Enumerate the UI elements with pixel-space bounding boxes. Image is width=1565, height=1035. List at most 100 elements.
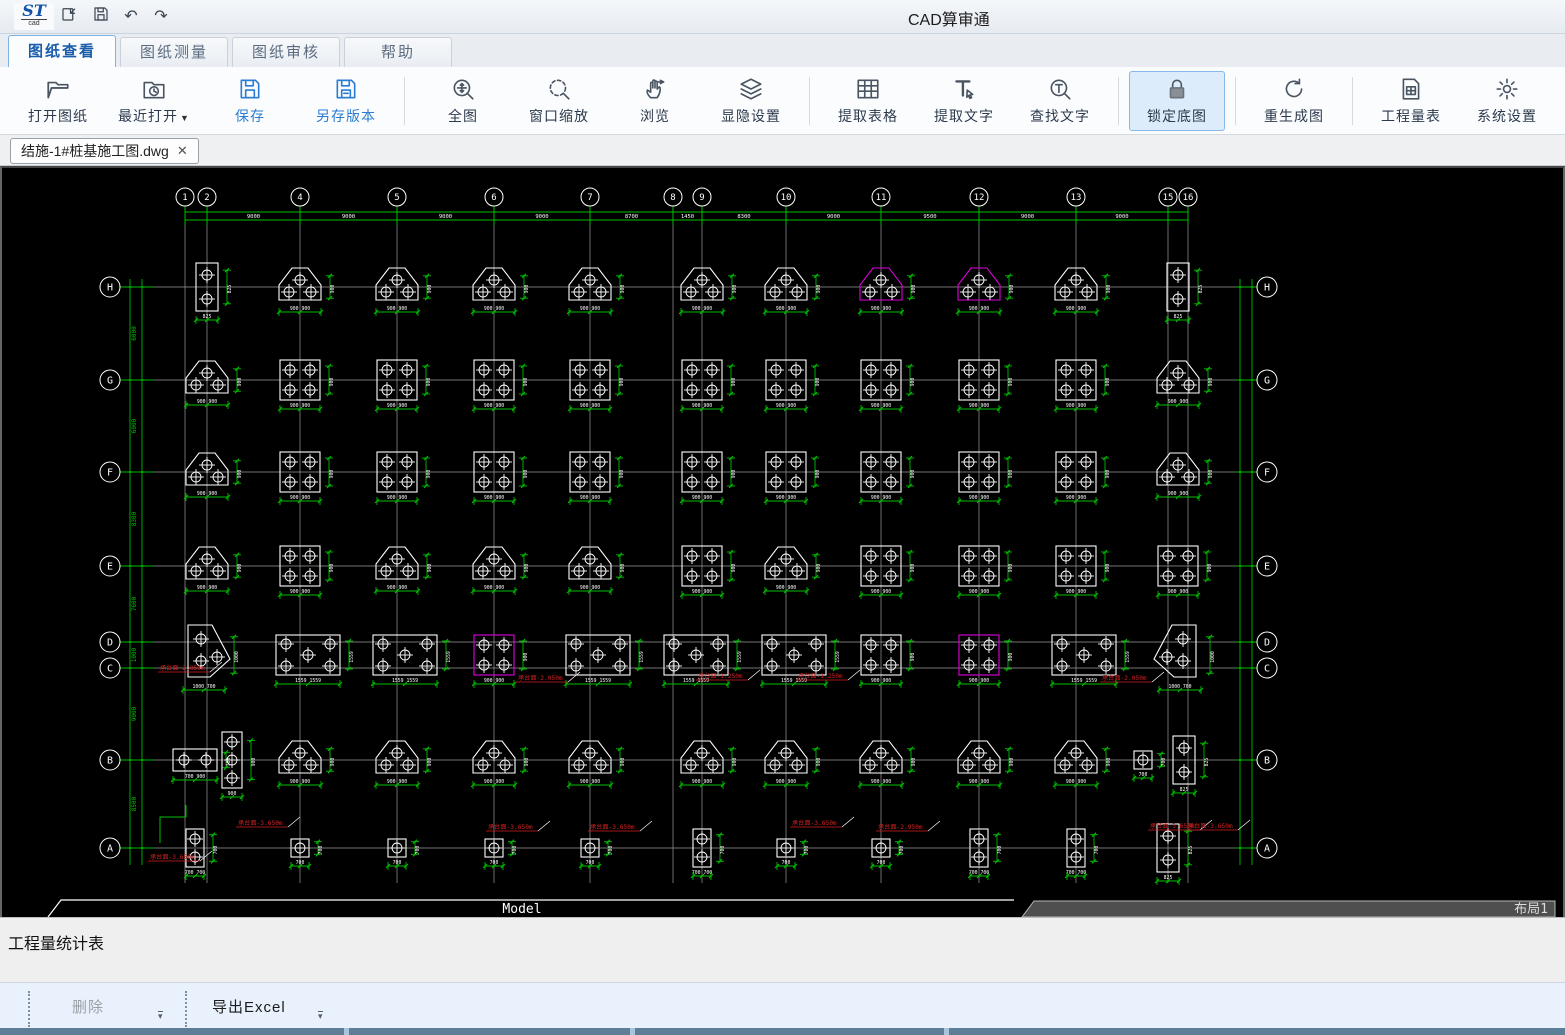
svg-text:承台面-2.950m: 承台面-2.950m xyxy=(878,823,923,831)
svg-text:700: 700 xyxy=(804,846,810,855)
quantity-panel-toolbar: 删除 ▾ 导出Excel ▾ xyxy=(0,982,1565,1035)
model-tab[interactable]: Model xyxy=(48,900,1014,917)
delete-dropdown-arrow[interactable]: ▾ xyxy=(158,1011,163,1020)
svg-text:900 900: 900 900 xyxy=(871,403,891,409)
folder-open-button[interactable]: 打开图纸 xyxy=(10,71,106,131)
svg-text:900: 900 xyxy=(427,758,433,767)
svg-text:900 900: 900 900 xyxy=(776,403,796,409)
svg-text:900: 900 xyxy=(329,378,335,387)
toolbar-separator xyxy=(1352,77,1353,125)
close-icon[interactable]: ✕ xyxy=(177,139,188,163)
svg-text:A: A xyxy=(107,844,113,855)
svg-text:900: 900 xyxy=(1008,653,1014,662)
pile-cap: 1559 15591559 xyxy=(371,635,452,688)
pile-cap: 900 900900 xyxy=(957,360,1014,413)
save-button[interactable]: 保存 xyxy=(202,71,298,131)
grid-bubble-row-B-r: B xyxy=(1257,750,1277,770)
svg-text:900 900: 900 900 xyxy=(969,306,989,312)
pan-button[interactable]: 浏览 xyxy=(607,71,703,131)
gear-button[interactable]: 系统设置 xyxy=(1459,71,1555,131)
svg-text:900: 900 xyxy=(1008,564,1014,573)
svg-text:承台面-1.250m: 承台面-1.250m xyxy=(698,672,743,680)
svg-text:700 700: 700 700 xyxy=(1066,870,1086,876)
cad-canvas[interactable]: 9000900090009000870014508300900095009000… xyxy=(0,166,1565,917)
svg-text:G: G xyxy=(107,376,113,387)
pile-cap: 700700 xyxy=(483,839,518,870)
toolbar-drag-handle[interactable] xyxy=(28,991,30,1027)
pile-cap: 700 700700 xyxy=(1065,829,1100,880)
toolbar-drag-handle[interactable] xyxy=(185,991,187,1027)
ribbon-tab-3[interactable]: 图纸审核 xyxy=(232,37,340,67)
pile-cap: 900 900900 xyxy=(859,635,916,688)
regen-button[interactable]: 重生成图 xyxy=(1246,71,1342,131)
svg-text:1000 700: 1000 700 xyxy=(192,684,215,690)
svg-text:E: E xyxy=(1264,562,1270,573)
zoom-window-button[interactable]: 窗口缩放 xyxy=(511,71,607,131)
ribbon-tab-4[interactable]: 帮助 xyxy=(344,37,452,67)
grid-bubble-row-D-l: D xyxy=(100,632,120,652)
pile-cap: 900 900900 xyxy=(1053,741,1112,789)
lock-button[interactable]: 锁定底图 xyxy=(1129,71,1225,131)
pile-cap: 900 900900 xyxy=(859,546,916,599)
svg-text:900 900: 900 900 xyxy=(484,306,504,312)
svg-text:900: 900 xyxy=(620,564,626,573)
zoom-all-button[interactable]: 全图 xyxy=(415,71,511,131)
svg-text:900: 900 xyxy=(1208,470,1214,479)
text-find-button[interactable]: 查找文字 xyxy=(1012,71,1108,131)
save-as-button[interactable]: 另存版本 xyxy=(298,71,394,131)
svg-text:900 900: 900 900 xyxy=(387,403,407,409)
svg-text:6000: 6000 xyxy=(131,326,138,341)
document-tab[interactable]: 结施-1#桩基施工图.dwg ✕ xyxy=(10,138,199,164)
pile-cap: 700700 xyxy=(775,839,810,870)
svg-text:8500: 8500 xyxy=(131,796,138,811)
ribbon-tab-1[interactable]: 图纸查看 xyxy=(8,35,116,67)
folder-recent-button[interactable]: 最近打开▼ xyxy=(106,71,202,131)
grid-bubble-col-8: 8 xyxy=(664,188,682,206)
svg-text:900 900: 900 900 xyxy=(387,585,407,591)
svg-text:900: 900 xyxy=(524,758,530,767)
svg-text:900: 900 xyxy=(251,758,257,767)
svg-text:900: 900 xyxy=(427,285,433,294)
save-icon[interactable] xyxy=(89,5,113,29)
toolbar-button-label: 显隐设置 xyxy=(721,106,781,126)
svg-text:900: 900 xyxy=(1105,378,1111,387)
svg-text:8300: 8300 xyxy=(131,511,138,526)
pile-cap: 900 900900 xyxy=(471,547,530,595)
svg-text:9500: 9500 xyxy=(923,214,936,220)
svg-text:825: 825 xyxy=(1174,314,1183,320)
pile-cap: 900 900900 xyxy=(567,547,626,595)
svg-text:承台面-3.650m: 承台面-3.650m xyxy=(590,823,635,831)
svg-text:825: 825 xyxy=(1204,758,1210,767)
svg-text:900: 900 xyxy=(1106,285,1112,294)
svg-text:900 900: 900 900 xyxy=(290,779,310,785)
svg-text:1559: 1559 xyxy=(446,651,452,663)
export-dropdown-arrow[interactable]: ▾ xyxy=(318,1011,323,1020)
pile-cap: 700700 xyxy=(1132,751,1167,782)
toolbar-button-label: 系统设置 xyxy=(1477,106,1537,126)
redo-icon[interactable]: ↷ xyxy=(149,5,173,29)
svg-text:900: 900 xyxy=(619,378,625,387)
undo-icon[interactable]: ↶ xyxy=(119,5,143,29)
table-button[interactable]: 提取表格 xyxy=(820,71,916,131)
svg-text:900: 900 xyxy=(330,285,336,294)
open-file-icon[interactable] xyxy=(57,5,81,29)
drawing-root: 9000900090009000870014508300900095009000… xyxy=(48,188,1555,917)
delete-button[interactable]: 删除 xyxy=(72,993,104,1023)
layout-tab[interactable]: 布局1 xyxy=(1022,901,1555,917)
svg-text:D: D xyxy=(1264,638,1270,649)
layers-button[interactable]: 显隐设置 xyxy=(703,71,799,131)
toolbar-button-label: 查找文字 xyxy=(1030,106,1090,126)
svg-text:900 900: 900 900 xyxy=(1066,495,1086,501)
export-excel-button[interactable]: 导出Excel xyxy=(212,993,286,1023)
text-extract-button[interactable]: 提取文字 xyxy=(916,71,1012,131)
grid-bubble-row-G-r: G xyxy=(1257,370,1277,390)
ribbon-tab-2[interactable]: 图纸测量 xyxy=(120,37,228,67)
svg-text:承台面-3.650m: 承台面-3.650m xyxy=(488,823,533,831)
svg-text:900: 900 xyxy=(732,285,738,294)
grid-bubble-row-A-l: A xyxy=(100,838,120,858)
grid-bubble-col-4: 4 xyxy=(291,188,309,206)
svg-text:承台面-3.650m: 承台面-3.650m xyxy=(238,819,283,827)
svg-text:900 900: 900 900 xyxy=(1066,403,1086,409)
boq-button[interactable]: 工程量表 xyxy=(1363,71,1459,131)
elevation-annotation: 承台面-3.650m xyxy=(486,821,550,831)
